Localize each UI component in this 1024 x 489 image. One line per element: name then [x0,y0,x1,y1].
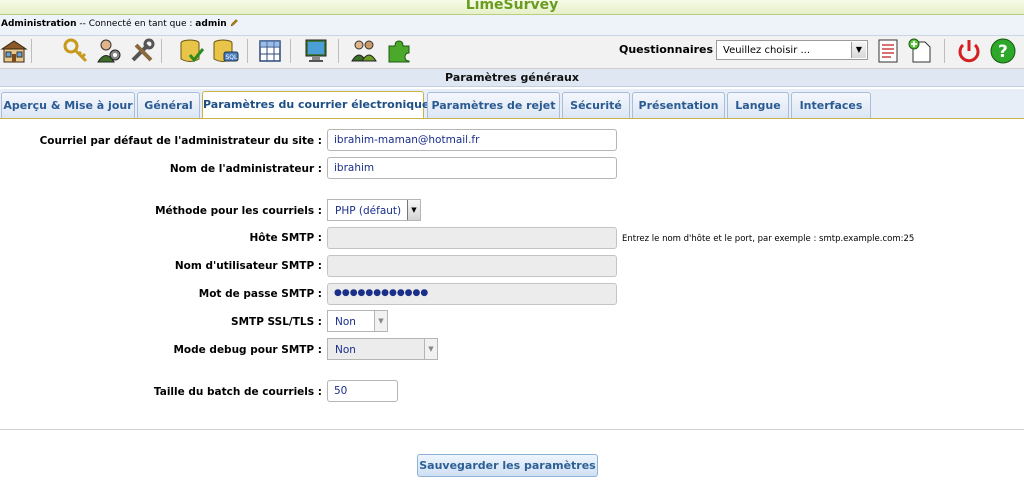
app-title: LimeSurvey [465,0,559,13]
toolbar-separator [944,39,945,63]
email-method-label: Méthode pour les courriels : [155,205,322,217]
survey-select[interactable]: Veuillez choisir ... ▼ [716,40,868,60]
smtp-ssl-select[interactable]: Non ▼ [327,310,388,332]
logout-icon[interactable] [955,37,983,65]
main-toolbar: SQL Questionnaires : Veuillez choisir ..… [0,36,1024,69]
tab-presentation[interactable]: Présentation [632,92,725,118]
svg-text:?: ? [998,42,1008,62]
sql-backup-icon[interactable]: SQL [211,37,239,65]
tab-email-settings[interactable]: Paramètres du courrier électronique [202,91,429,119]
edit-pencil-icon[interactable] [230,19,238,27]
save-settings-button[interactable]: Sauvegarder les paramètres [417,454,598,477]
batch-size-field[interactable]: 50 [327,380,398,402]
home-icon[interactable] [0,37,28,65]
smtp-debug-label: Mode debug pour SMTP : [173,344,322,356]
chevron-down-icon: ▼ [407,200,420,220]
admin-name-label: Nom de l'administrateur : [169,163,322,175]
title-bar: LimeSurvey [0,0,1024,15]
tab-bounce-settings[interactable]: Paramètres de rejet [427,92,560,118]
smtp-host-label: Hôte SMTP : [249,232,322,244]
toolbar-separator [161,39,162,63]
smtp-debug-value: Non [335,344,356,356]
tools-icon[interactable] [128,37,156,65]
smtp-debug-select[interactable]: Non ▼ [327,338,438,360]
smtp-password-label: Mot de passe SMTP : [198,288,322,300]
admin-status: Administration -- Connecté en tant que :… [1,19,238,29]
survey-select-value: Veuillez choisir ... [723,45,811,56]
toolbar-separator [31,39,32,63]
toolbar-separator [290,39,291,63]
email-method-select[interactable]: PHP (défaut) ▼ [327,199,421,221]
email-method-value: PHP (défaut) [335,205,402,217]
user-admin-icon[interactable] [95,37,123,65]
connected-text: -- Connecté en tant que : [76,19,196,29]
tab-overview-update[interactable]: Aperçu & Mise à jour [1,92,135,118]
site-admin-email-field[interactable]: ibrahim-maman@hotmail.fr [327,129,617,151]
chevron-down-icon: ▼ [424,339,437,359]
templates-icon[interactable] [302,37,330,65]
smtp-host-hint: Entrez le nom d'hôte et le port, par exe… [622,234,915,244]
smtp-user-field[interactable] [327,255,617,277]
new-survey-icon[interactable] [906,37,934,65]
label-sets-icon[interactable] [256,37,284,65]
smtp-password-field[interactable]: ●●●●●●●●●●●● [327,283,617,305]
help-icon[interactable]: ? [989,37,1017,65]
tab-general[interactable]: Général [137,92,200,118]
username[interactable]: admin [195,19,226,29]
section-title: Paramètres généraux [0,69,1024,87]
admin-name-field[interactable]: ibrahim [327,157,617,179]
participants-icon[interactable] [350,37,378,65]
check-db-icon[interactable] [178,37,206,65]
batch-size-label: Taille du batch de courriels : [153,386,322,398]
smtp-ssl-value: Non [335,316,356,328]
survey-list-icon[interactable] [874,37,902,65]
chevron-down-icon: ▼ [851,42,866,58]
toolbar-separator [338,39,339,63]
admin-label: Administration [1,19,77,29]
smtp-ssl-label: SMTP SSL/TLS : [231,316,322,328]
plugins-icon[interactable] [385,37,413,65]
settings-tabs: Aperçu & Mise à jour Général Paramètres … [0,89,1024,119]
site-admin-email-label: Courriel par défaut de l'administrateur … [39,135,322,147]
smtp-user-label: Nom d'utilisateur SMTP : [174,260,322,272]
tab-security[interactable]: Sécurité [562,92,630,118]
tab-interfaces[interactable]: Interfaces [791,92,871,118]
chevron-down-icon: ▼ [374,311,387,331]
toolbar-separator [247,39,248,63]
admin-bar: Administration -- Connecté en tant que :… [0,15,1024,36]
tab-language[interactable]: Langue [727,92,789,118]
survey-label: Questionnaires : [619,43,722,56]
keys-icon[interactable] [62,37,90,65]
svg-text:SQL: SQL [226,54,239,61]
smtp-host-field[interactable] [327,227,617,249]
